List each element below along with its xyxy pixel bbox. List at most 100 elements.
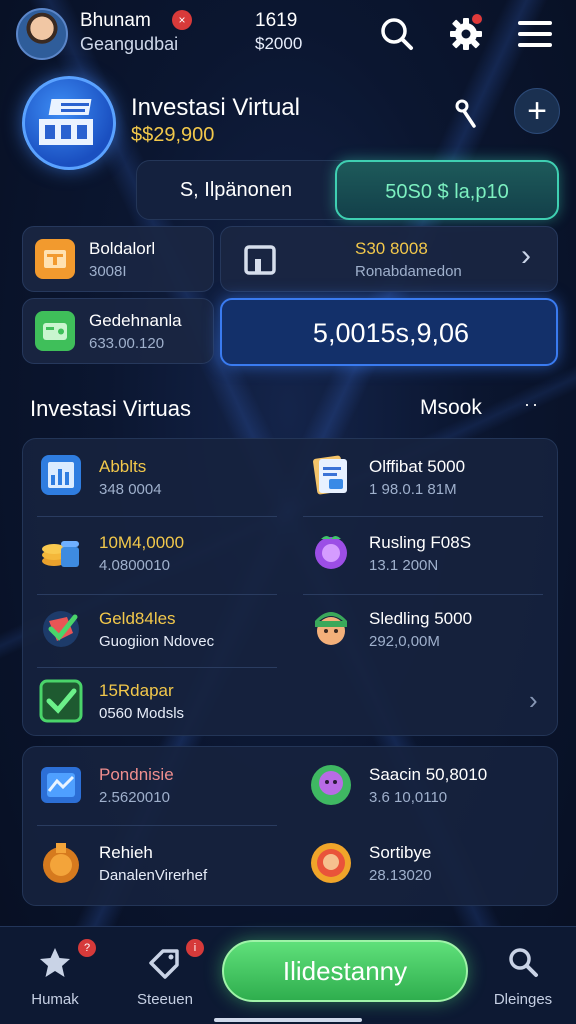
coin-face-icon xyxy=(307,839,355,887)
list-item[interactable]: Rusling F08S 13.1 200N xyxy=(307,527,547,583)
list-item-sub: 3.6 10,0110 xyxy=(369,789,448,806)
shield-check-icon xyxy=(37,603,85,651)
header-stat-amount: $2000 xyxy=(255,34,303,53)
list-item-sub: 28.13020 xyxy=(369,867,432,884)
list-item[interactable]: Olffibat 5000 1 98.0.1 81M xyxy=(307,451,547,505)
list-item-sub: 348 0004 xyxy=(99,481,162,498)
coins-stack-icon xyxy=(37,527,85,575)
character-avatar-icon xyxy=(307,603,355,651)
list-item[interactable]: 15Rdapar 0560 Modsls xyxy=(37,677,277,731)
list-item-title: Olffibat 5000 xyxy=(369,457,466,476)
toggle-option-left[interactable]: S, Ilpänonen xyxy=(137,161,335,219)
list-item-title: Sortibye xyxy=(369,843,432,862)
list-item-sub: 1 98.0.1 81M xyxy=(369,481,457,498)
list-item[interactable]: Rehieh DanalenVirerhef xyxy=(37,839,277,893)
list-item-title: Sledling 5000 xyxy=(369,609,473,628)
frame-icon xyxy=(241,241,281,281)
nav-item-home[interactable]: ? Humak xyxy=(10,935,100,1015)
search-icon xyxy=(381,18,413,50)
home-indicator xyxy=(214,1018,362,1022)
nav-steps-label: Steeuen xyxy=(137,991,193,1008)
row-divider xyxy=(37,667,277,668)
toggle-option-right[interactable]: 50S0 $ la,p10 xyxy=(335,160,559,220)
purple-orb-icon xyxy=(307,527,355,575)
star-icon xyxy=(40,948,70,977)
list-item-sub: 13.1 200N xyxy=(369,557,439,574)
card-a-label: Boldalorl xyxy=(89,239,156,258)
chevron-right-icon: › xyxy=(521,239,531,272)
nav-item-steps[interactable]: i Steeuen xyxy=(120,935,210,1015)
nav-item-search[interactable]: Dleinges xyxy=(478,935,568,1015)
list-item-title: Pondnisie xyxy=(99,765,174,784)
pin-icon xyxy=(455,99,476,128)
settings-alert-dot xyxy=(470,12,484,26)
report-chart-icon xyxy=(37,451,85,499)
wallet-icon xyxy=(35,311,75,351)
nav-home-badge: ? xyxy=(78,939,96,957)
row-divider xyxy=(37,516,277,517)
list-item[interactable]: Abblts 348 0004 xyxy=(37,451,277,505)
list-item-sub: DanalenVirerhef xyxy=(99,867,208,884)
add-button[interactable]: + xyxy=(514,88,560,134)
header-stat-number: 1619 xyxy=(255,10,298,31)
nav-search-label: Dleinges xyxy=(493,991,553,1008)
list-item-title: Rusling F08S xyxy=(369,533,472,552)
menu-button[interactable] xyxy=(514,14,554,54)
total-balance-amount: 5,0015s,9,06 xyxy=(312,318,470,348)
list-item[interactable]: Pondnisie 2.5620010 xyxy=(37,761,277,815)
list-item-title: 10M4,0000 xyxy=(99,533,185,552)
list-item-sub: 292,0,00M xyxy=(369,633,440,650)
more-options-icon[interactable]: ·· xyxy=(524,394,540,415)
list-item-title: Abblts xyxy=(99,457,147,476)
purple-character-icon xyxy=(307,761,355,809)
card-c-label: Gedehnanla xyxy=(89,311,182,330)
building-chart-icon xyxy=(39,99,93,145)
medal-icon xyxy=(37,839,85,887)
search-button[interactable] xyxy=(377,14,417,54)
list-item[interactable]: Sledling 5000 292,0,00M xyxy=(307,603,547,659)
list-item-sub: Guogiion Ndovec xyxy=(99,633,215,650)
card-b-sub: Ronabdamedon xyxy=(355,263,462,280)
hero-title: Investasi Virtual xyxy=(131,94,300,121)
investment-list-panel: Abblts 348 0004 Olffibat 5000 1 98.0.1 8… xyxy=(22,438,558,736)
list-item[interactable]: 10M4,0000 4.0800010 xyxy=(37,527,277,583)
user-subtitle: Geangudbai xyxy=(80,34,179,54)
card-c-sub: 633.00.120 xyxy=(89,335,165,352)
chevron-right-icon[interactable]: › xyxy=(529,685,538,716)
stat-card-c[interactable]: Gedehnanla 633.00.120 xyxy=(22,298,214,364)
section-more-link[interactable]: Msook xyxy=(420,396,482,420)
secondary-list-panel: Pondnisie 2.5620010 Saacin 50,8010 3.6 1… xyxy=(22,746,558,906)
hero-amount: $$29,900 xyxy=(131,124,215,146)
list-item-title: Rehieh xyxy=(99,843,153,862)
list-item-sub: 0560 Modsls xyxy=(99,705,185,722)
notification-badge[interactable]: × xyxy=(172,10,192,30)
section-title: Investasi Virtuas xyxy=(30,396,192,421)
list-item[interactable]: Saacin 50,8010 3.6 10,0110 xyxy=(307,761,547,815)
search-icon xyxy=(509,948,538,977)
list-item-sub: 2.5620010 xyxy=(99,789,170,806)
list-item-title: 15Rdapar xyxy=(99,681,174,700)
list-item[interactable]: Geld84les Guogiion Ndovec xyxy=(37,603,277,659)
user-name: Bhunam xyxy=(80,10,151,31)
card-a-sub: 3008I xyxy=(89,263,127,280)
row-divider xyxy=(303,594,543,595)
avatar[interactable] xyxy=(16,8,68,60)
row-divider xyxy=(303,516,543,517)
stat-card-a[interactable]: Boldalorl 3008I xyxy=(22,226,214,292)
document-icon xyxy=(307,451,355,499)
trend-card-icon xyxy=(37,761,85,809)
menu-icon xyxy=(518,21,552,47)
card-b-label: S30 8008 xyxy=(355,239,428,258)
nav-steps-badge: i xyxy=(186,939,204,957)
list-item-title: Saacin 50,8010 xyxy=(369,765,488,784)
top-header: Bhunam × Geangudbai 1619 $2000 xyxy=(0,0,576,80)
stat-card-b[interactable]: S30 8008 Ronabdamedon › xyxy=(220,226,558,292)
pin-button[interactable] xyxy=(446,94,486,134)
primary-cta-button[interactable]: Ilidestanny xyxy=(222,940,468,1002)
list-item-sub: 4.0800010 xyxy=(99,557,170,574)
nav-home-label: Humak xyxy=(31,991,79,1008)
folder-icon xyxy=(35,239,75,279)
list-item[interactable]: Sortibye 28.13020 xyxy=(307,839,547,893)
total-balance-card[interactable]: 5,0015s,9,06 xyxy=(220,298,558,366)
app-logo xyxy=(22,76,116,170)
